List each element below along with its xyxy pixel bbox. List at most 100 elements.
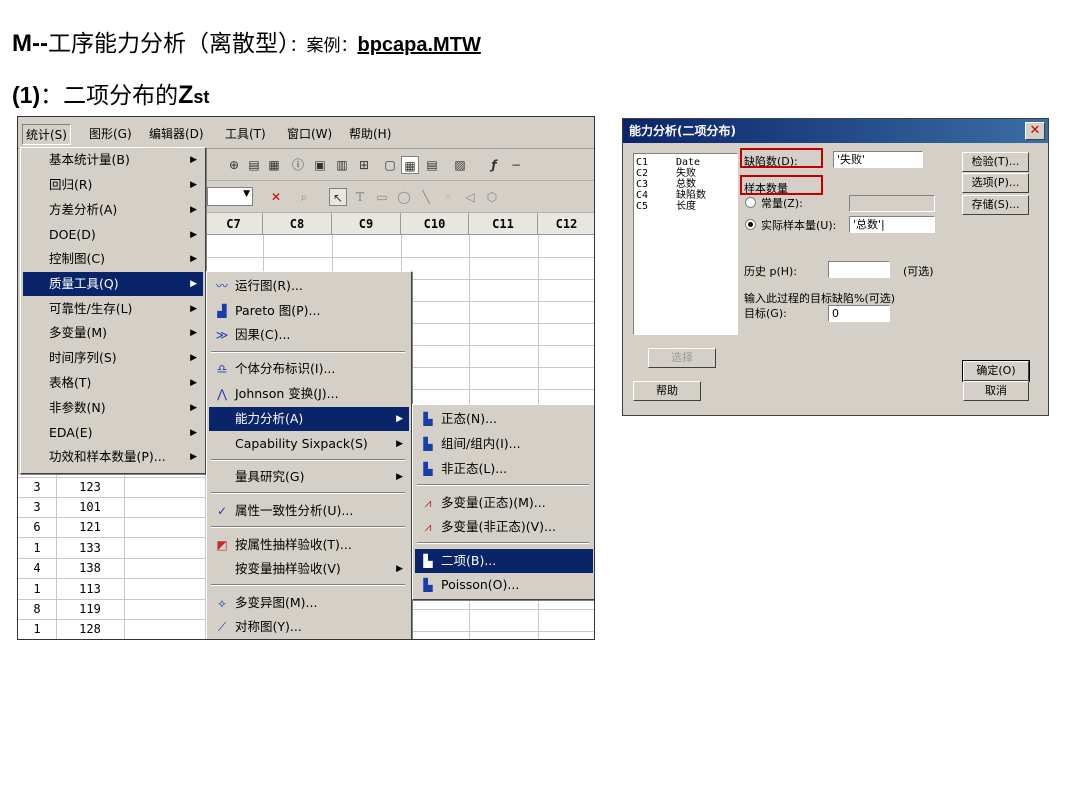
menu-item-power-sample-size[interactable]: 功效和样本数量(P)... ▶ [23,445,203,469]
menu-item-symmetry[interactable]: ⟋ 对称图(Y)... [209,615,409,639]
table-cell[interactable]: 128 [56,622,124,636]
ok-button[interactable]: 确定(O) [962,360,1030,382]
list-item[interactable]: C4 缺陷数 [636,190,735,201]
menu-item-multi-normal[interactable]: ⩘ 多变量(正态)(M)... [415,491,593,515]
list-item[interactable]: C2 失败 [636,168,735,179]
menu-item-individual-distribution[interactable]: ♎ 个体分布标识(I)... [209,357,409,381]
ellipse-tool-icon[interactable]: ◯ [395,188,413,206]
related-docs-icon[interactable]: ⊞ [355,156,373,174]
menu-item-run-chart[interactable]: 〰运行图(R)... [209,274,409,298]
new-project-icon[interactable]: ⊕ [225,156,243,174]
table-cell[interactable]: 1 [18,541,56,555]
table-cell[interactable]: 4 [18,561,56,575]
variable-list[interactable]: C1 Date C2 失败 C3 总数 C4 缺陷数 C5 长度 [633,153,738,335]
polygon-tool-icon[interactable]: ⬡ [483,188,501,206]
table-cell[interactable]: 133 [56,541,124,555]
menu-item-quality-tools[interactable]: 质量工具(Q) ▶ [23,272,203,296]
worksheet-icon[interactable]: ▦ [265,156,283,174]
menu-item-multi-vari[interactable]: ⟡ 多变异图(M)... [209,591,409,615]
menu-item-pareto[interactable]: ▟ Pareto 图(P)... [209,299,409,323]
menu-stat[interactable]: 统计(S) [22,124,71,145]
column-header[interactable]: C12 [538,213,594,235]
menu-item-basic-stats[interactable]: 基本统计量(B) ▶ [23,148,203,172]
menu-item-attribute-agreement[interactable]: ✓ 属性一致性分析(U)... [209,499,409,523]
menu-item-poisson[interactable]: ▙ Poisson(O)... [415,573,593,597]
line-tool-icon[interactable]: ╲ [417,188,435,206]
menu-help[interactable]: 帮助(H) [346,124,394,143]
menu-item-nonnormal[interactable]: ▙ 非正态(L)... [415,457,593,481]
project-manager-icon[interactable]: ▤ [423,156,441,174]
table-cell[interactable]: 101 [56,500,124,514]
list-item[interactable]: C5 长度 [636,201,735,212]
close-graphs-icon[interactable]: ▨ [451,156,469,174]
menu-graph[interactable]: 图形(G) [86,124,135,143]
marker-tool-icon[interactable]: ◦ [439,188,457,206]
menu-item-reliability[interactable]: 可靠性/生存(L) ▶ [23,297,203,321]
table-cell[interactable]: 121 [56,520,124,534]
text-tool-icon[interactable]: T [351,188,369,206]
list-item[interactable]: C1 Date [636,157,735,168]
menu-item-tables[interactable]: 表格(T) ▶ [23,371,203,395]
menu-item-anova[interactable]: 方差分析(A) ▶ [23,198,203,222]
help-button[interactable]: 帮助 [633,381,701,401]
menu-item-doe[interactable]: DOE(D) ▶ [23,223,203,247]
menu-item-normal[interactable]: ▙ 正态(N)... [415,407,593,431]
menu-item-nonparametrics[interactable]: 非参数(N) ▶ [23,396,203,420]
table-cell[interactable]: 138 [56,561,124,575]
constant-radio[interactable] [745,197,756,208]
table-cell[interactable]: 123 [56,480,124,494]
minus-icon[interactable]: − [507,156,525,174]
menu-item-time-series[interactable]: 时间序列(S) ▶ [23,346,203,370]
menu-item-cause-effect[interactable]: ≫ 因果(C)... [209,323,409,347]
menu-item-between-within[interactable]: ▙ 组间/组内(I)... [415,432,593,456]
table-cell[interactable]: 1 [18,582,56,596]
worksheet-left-cells[interactable]: 3 123 3 101 6 121 1 133 4 138 1 113 8 11… [18,475,206,639]
delete-icon[interactable]: ✕ [267,188,285,206]
menu-item-regression[interactable]: 回归(R) ▶ [23,173,203,197]
show-graphs-icon[interactable]: ▢ [381,156,399,174]
info-icon[interactable]: ⓘ [289,156,307,174]
menu-item-capability-sixpack[interactable]: Capability Sixpack(S) ▶ [209,432,409,456]
select-button[interactable]: 选择 [648,348,716,368]
table-cell[interactable]: 8 [18,602,56,616]
test-button[interactable]: 检验(T)... [962,152,1029,172]
report-pad-icon[interactable]: ▥ [333,156,351,174]
menu-item-capability-analysis[interactable]: 能力分析(A) ▶ [209,407,409,431]
table-cell[interactable]: 3 [18,480,56,494]
defects-input[interactable]: '失败' [833,151,923,168]
target-input[interactable]: 0 [828,305,890,322]
graph-item-dropdown[interactable]: ▼ [207,187,253,206]
polyline-tool-icon[interactable]: ◁ [461,188,479,206]
close-icon[interactable]: ✕ [1025,122,1045,140]
column-header[interactable]: C7 [205,213,263,235]
menu-item-control-charts[interactable]: 控制图(C) ▶ [23,247,203,271]
table-cell[interactable]: 3 [18,500,56,514]
menu-item-attribute-sampling[interactable]: ◩ 按属性抽样验收(T)... [209,533,409,557]
actual-sample-radio[interactable] [745,219,756,230]
menu-item-eda[interactable]: EDA(E) ▶ [23,421,203,445]
table-cell[interactable]: 113 [56,582,124,596]
column-header[interactable]: C11 [469,213,538,235]
menu-editor[interactable]: 编辑器(D) [146,124,207,143]
constant-input[interactable] [849,195,935,212]
cancel-button[interactable]: 取消 [963,381,1029,401]
zoom-icon[interactable]: ⌕ [295,188,313,206]
menu-item-multi-nonnormal[interactable]: ⩘ 多变量(非正态)(V)... [415,515,593,539]
menu-tools[interactable]: 工具(T) [222,124,269,143]
manage-graphs-icon[interactable]: ▦ [401,156,419,174]
menu-item-johnson[interactable]: ⋀ Johnson 变换(J)... [209,382,409,406]
menu-item-multivariate[interactable]: 多变量(M) ▶ [23,321,203,345]
table-cell[interactable]: 119 [56,602,124,616]
session-window-icon[interactable]: ▤ [245,156,263,174]
column-header[interactable]: C10 [401,213,469,235]
menu-item-variable-sampling[interactable]: 按变量抽样验收(V) ▶ [209,557,409,581]
list-item[interactable]: C3 总数 [636,179,735,190]
rectangle-tool-icon[interactable]: ▭ [373,188,391,206]
table-cell[interactable]: 1 [18,622,56,636]
options-button[interactable]: 选项(P)... [962,173,1029,193]
storage-button[interactable]: 存储(S)... [962,195,1029,215]
history-icon[interactable]: ▣ [311,156,329,174]
menu-item-gage-study[interactable]: 量具研究(G) ▶ [209,465,409,489]
column-header[interactable]: C9 [332,213,401,235]
select-pointer-icon[interactable]: ↖ [329,188,347,206]
